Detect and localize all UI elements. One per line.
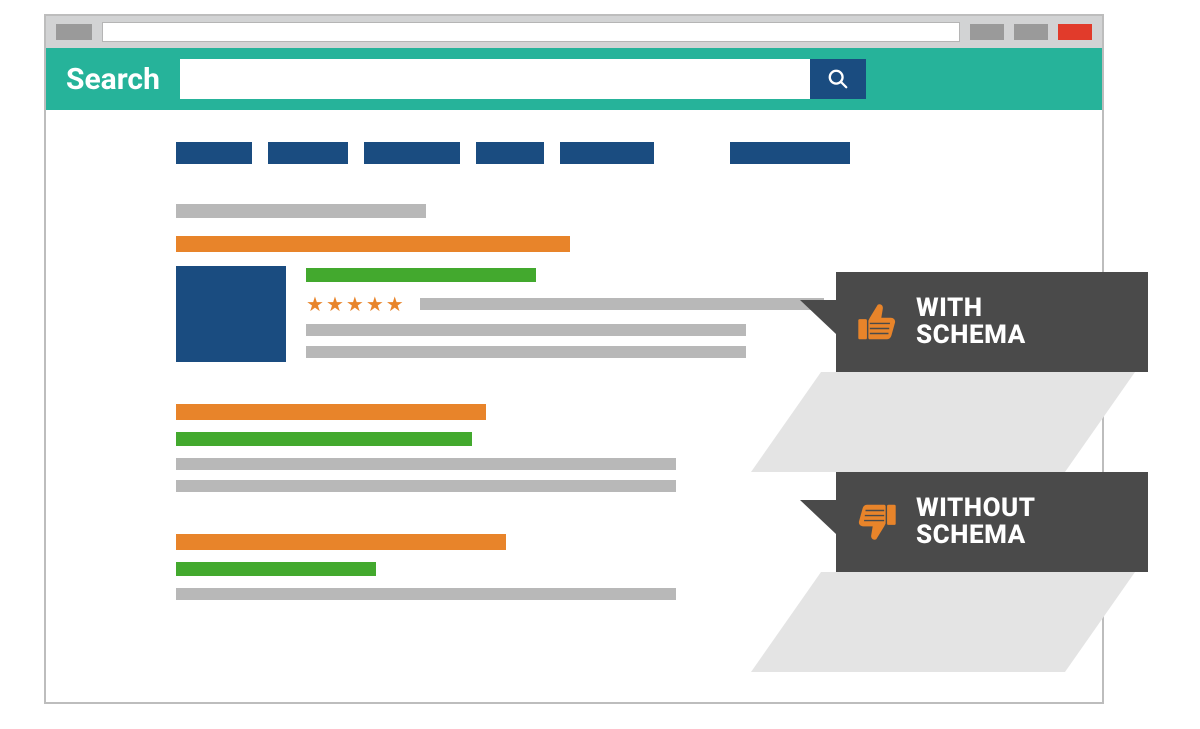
search-input[interactable] (180, 59, 810, 99)
tab-item[interactable] (560, 142, 654, 164)
search-icon (827, 68, 849, 90)
thumbs-up-icon (854, 299, 900, 345)
result-snippet-line (306, 324, 746, 336)
star-icon: ★ (386, 294, 404, 314)
result-title[interactable] (176, 534, 506, 550)
browser-menu-icon (56, 24, 92, 40)
tab-spacer (670, 142, 714, 164)
callout-pointer (800, 500, 836, 534)
browser-titlebar (46, 16, 1102, 48)
thumbs-down-icon (854, 499, 900, 545)
result-title[interactable] (176, 404, 486, 420)
result-url[interactable] (176, 562, 376, 576)
star-icon: ★ (306, 294, 324, 314)
search-header: Search (46, 48, 1102, 110)
result-url[interactable] (176, 432, 472, 446)
address-bar[interactable] (102, 22, 960, 42)
result-title[interactable] (176, 236, 570, 252)
results-tabs (176, 142, 1102, 164)
star-rating: ★★★★★ (306, 294, 404, 314)
star-icon: ★ (346, 294, 364, 314)
result-thumbnail (176, 266, 286, 362)
callout-text: WITH SCHEMA (916, 295, 1026, 350)
callout-pointer (800, 300, 836, 334)
tab-item[interactable] (176, 142, 252, 164)
result-breadcrumb (306, 268, 536, 282)
callout-with-schema: WITH SCHEMA (836, 272, 1148, 372)
result-snippet-line (306, 346, 746, 358)
window-minimize-button[interactable] (970, 24, 1004, 40)
window-close-button[interactable] (1058, 24, 1092, 40)
tab-item[interactable] (730, 142, 850, 164)
result-snippet-line (176, 458, 676, 470)
window-maximize-button[interactable] (1014, 24, 1048, 40)
tab-item[interactable] (476, 142, 544, 164)
star-icon: ★ (326, 294, 344, 314)
result-snippet-line (176, 480, 676, 492)
search-button[interactable] (810, 59, 866, 99)
result-url[interactable] (176, 204, 426, 218)
result-snippet-line (420, 298, 824, 310)
star-icon: ★ (366, 294, 384, 314)
search-box (180, 59, 866, 99)
callout-without-schema: WITHOUT SCHEMA (836, 472, 1148, 572)
callout-text: WITHOUT SCHEMA (916, 495, 1036, 550)
tab-item[interactable] (364, 142, 460, 164)
result-snippet-line (176, 588, 676, 600)
tab-item[interactable] (268, 142, 348, 164)
search-label: Search (66, 62, 160, 97)
